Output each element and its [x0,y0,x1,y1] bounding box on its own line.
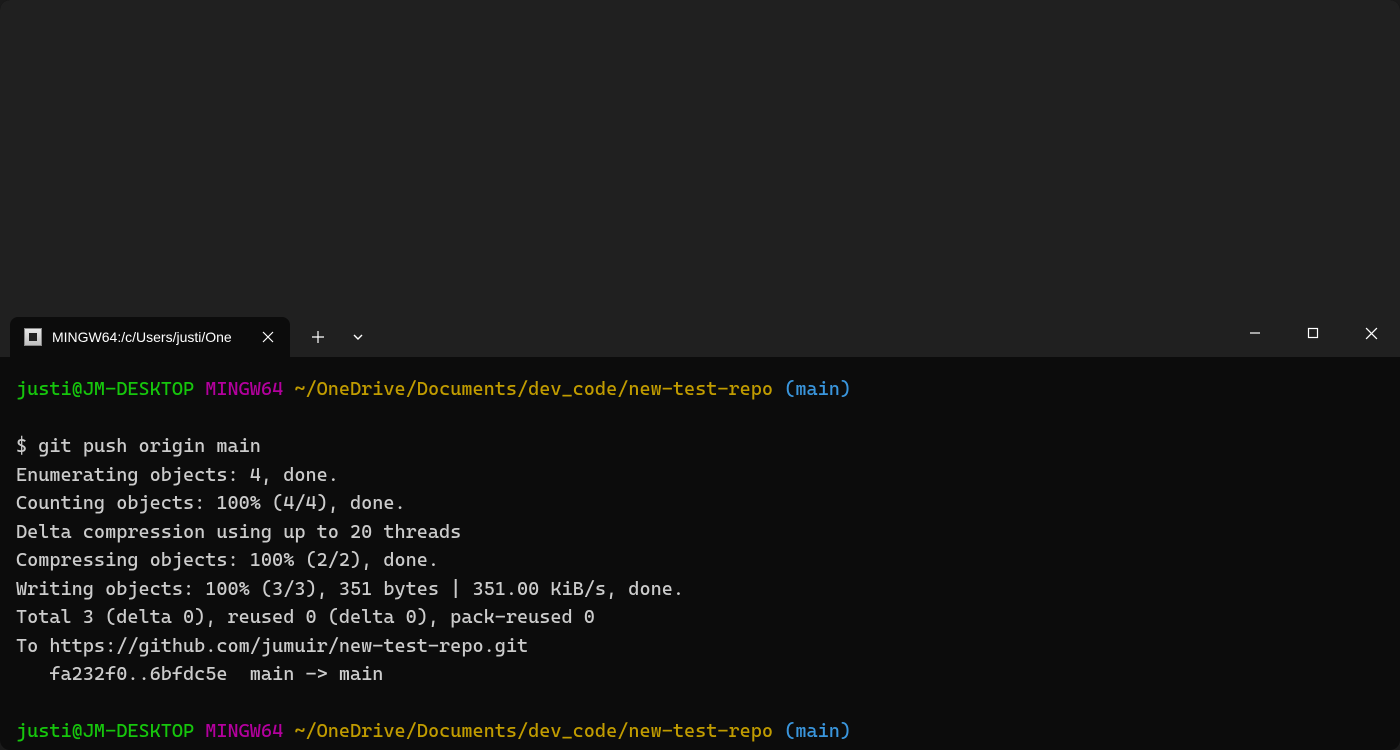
branch-close: ) [840,720,851,742]
tab-dropdown-button[interactable] [338,317,378,357]
output-line: Compressing objects: 100% (2/2), done. [16,549,439,571]
user-host: justi@JM-DESKTOP [16,720,194,742]
chevron-down-icon [352,331,364,343]
prompt-line-2: justi@JM-DESKTOP MINGW64 ~/OneDrive/Docu… [16,717,1384,746]
output-line: Writing objects: 100% (3/3), 351 bytes |… [16,578,684,600]
maximize-icon [1307,327,1319,339]
close-icon [1365,327,1378,340]
branch-close: ) [840,378,851,400]
minimize-icon [1249,327,1261,339]
output-line: Total 3 (delta 0), reused 0 (delta 0), p… [16,606,595,628]
tab-close-button[interactable] [258,327,278,347]
git-branch: main [795,378,840,400]
output-line: fa232f0..6bfdc5e main -> main [16,663,383,685]
minimize-button[interactable] [1226,313,1284,353]
titlebar: MINGW64:/c/Users/justi/One [0,0,1400,357]
branch-open: ( [784,720,795,742]
prompt-line-1: justi@JM-DESKTOP MINGW64 ~/OneDrive/Docu… [16,375,1384,404]
tab-active[interactable]: MINGW64:/c/Users/justi/One [10,317,290,357]
tab-controls [290,317,378,357]
command-text: git push origin main [38,435,261,457]
terminal-output[interactable]: justi@JM-DESKTOP MINGW64 ~/OneDrive/Docu… [0,357,1400,750]
maximize-button[interactable] [1284,313,1342,353]
plus-icon [311,330,325,344]
terminal-icon [24,328,42,346]
output-line: Counting objects: 100% (4/4), done. [16,492,406,514]
close-button[interactable] [1342,313,1400,353]
cwd-path: ~/OneDrive/Documents/dev_code/new-test-r… [294,378,773,400]
cwd-path: ~/OneDrive/Documents/dev_code/new-test-r… [294,720,773,742]
output-line: Enumerating objects: 4, done. [16,464,339,486]
close-icon [262,331,274,343]
branch-open: ( [784,378,795,400]
user-host: justi@JM-DESKTOP [16,378,194,400]
output-line: To https://github.com/jumuir/new-test-re… [16,635,528,657]
terminal-window: MINGW64:/c/Users/justi/One just [0,0,1400,750]
shell-name: MINGW64 [205,378,283,400]
window-controls [1226,309,1400,357]
git-branch: main [795,720,840,742]
shell-name: MINGW64 [205,720,283,742]
tab-title: MINGW64:/c/Users/justi/One [52,329,248,345]
new-tab-button[interactable] [298,317,338,357]
prompt-symbol: $ [16,435,27,457]
output-line: Delta compression using up to 20 threads [16,521,461,543]
